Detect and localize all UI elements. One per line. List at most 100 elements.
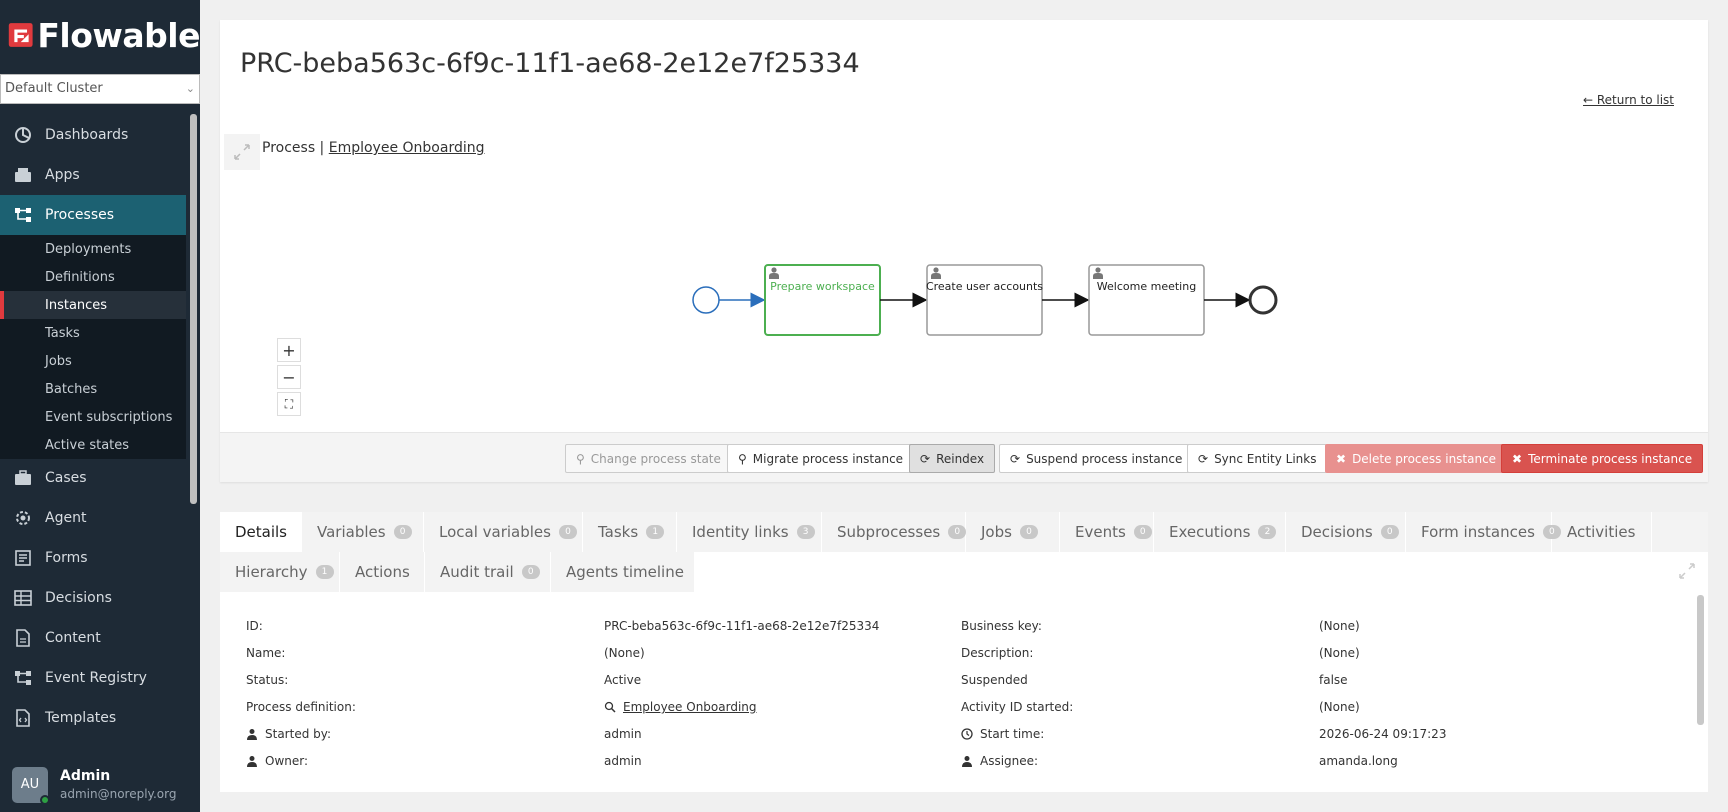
nav-item-processes[interactable]: Processes [0, 195, 186, 235]
tab-label: Form instances [1421, 523, 1535, 541]
tab-label: Variables [317, 523, 386, 541]
nav-item-agent[interactable]: Agent [0, 498, 186, 538]
subnav-definitions[interactable]: Definitions [0, 263, 186, 291]
detail-label-started-by: Started by: [246, 727, 331, 741]
detail-value-assignee: amanda.long [1319, 754, 1398, 768]
user-icon [246, 728, 258, 740]
tab-actions[interactable]: Actions [340, 552, 425, 592]
briefcase-icon [14, 469, 32, 487]
detail-label-text: Owner: [265, 754, 309, 768]
end-event[interactable] [1248, 285, 1278, 315]
tab-row-filler [695, 552, 1708, 592]
forms-icon [14, 549, 32, 567]
tab-hierarchy[interactable]: Hierarchy 1 [220, 552, 340, 592]
tab-jobs[interactable]: Jobs 0 [966, 512, 1060, 552]
tab-local-variables[interactable]: Local variables 0 [424, 512, 583, 552]
expand-details-button[interactable] [1678, 562, 1696, 584]
tab-label: Events [1075, 523, 1126, 541]
process-definition-link[interactable]: Employee Onboarding [329, 140, 485, 156]
expand-diagram-button[interactable] [224, 134, 260, 170]
count-badge: 2 [1258, 525, 1277, 539]
nav-item-event-registry[interactable]: Event Registry [0, 658, 186, 698]
tab-label: Identity links [692, 523, 789, 541]
processes-icon [14, 206, 32, 224]
details-scrollbar[interactable] [1697, 595, 1704, 725]
tab-label: Actions [355, 563, 410, 581]
nav-item-cases[interactable]: Cases [0, 458, 186, 498]
tab-subprocesses[interactable]: Subprocesses 0 [822, 512, 967, 552]
terminate-process-instance-button[interactable]: ✖ Terminate process instance [1501, 444, 1704, 473]
subnav-event-subscriptions[interactable]: Event subscriptions [0, 403, 186, 431]
tab-label: Tasks [598, 523, 639, 541]
detail-label-assignee: Assignee: [961, 754, 1038, 768]
delete-process-instance-button[interactable]: ✖ Delete process instance [1325, 444, 1508, 473]
detail-value-id: PRC-beba563c-6f9c-11f1-ae68-2e12e7f25334 [604, 619, 880, 633]
search-icon: ⚲ [738, 451, 747, 466]
detail-label-text: Started by: [265, 727, 332, 741]
nav-item-templates[interactable]: Templates [0, 698, 186, 738]
subnav-tasks[interactable]: Tasks [0, 319, 186, 347]
tab-form-instances[interactable]: Form instances 0 [1406, 512, 1561, 552]
nav-item-forms[interactable]: Forms [0, 538, 186, 578]
breadcrumb: Process | Employee Onboarding [262, 140, 485, 156]
tab-label: Agents timeline [566, 563, 684, 581]
tab-details[interactable]: Details [220, 512, 302, 552]
tab-identity-links[interactable]: Identity links 3 [677, 512, 822, 552]
button-label: Suspend process instance [1026, 451, 1183, 466]
detail-value-description: (None) [1319, 646, 1360, 660]
zoom-fit-button[interactable]: ⛶ [277, 392, 301, 416]
nav-item-content[interactable]: Content [0, 618, 186, 658]
details-panel: Details Variables 0 Local variables 0 Task… [220, 512, 1708, 792]
nav-item-apps[interactable]: Apps [0, 155, 186, 195]
process-instance-card: PRC-beba563c-6f9c-11f1-ae68-2e12e7f25334… [220, 20, 1708, 482]
task-prepare-workspace[interactable]: Prepare workspace [764, 264, 881, 336]
task-create-user-accounts[interactable]: Create user accounts [926, 264, 1043, 336]
suspend-process-instance-button[interactable]: ⟳ Suspend process instance [999, 444, 1194, 473]
tab-decisions[interactable]: Decisions 0 [1286, 512, 1406, 552]
nav-item-decisions[interactable]: Decisions [0, 578, 186, 618]
zoom-out-button[interactable]: − [277, 365, 301, 389]
reindex-button[interactable]: ⟳ Reindex [909, 444, 996, 473]
tab-label: Activities [1567, 523, 1636, 541]
subnav-jobs[interactable]: Jobs [0, 347, 186, 375]
detail-value-started-by: admin [604, 727, 642, 741]
user-icon [246, 755, 258, 767]
tab-events[interactable]: Events 0 [1060, 512, 1154, 552]
detail-label: Status: [246, 673, 289, 687]
change-process-state-button[interactable]: ⚲ Change process state [565, 444, 732, 473]
tab-variables[interactable]: Variables 0 [302, 512, 424, 552]
close-icon: ✖ [1512, 451, 1523, 466]
tab-agents-timeline[interactable]: Agents timeline [551, 552, 695, 592]
flowable-logo[interactable]: Flowable [0, 0, 200, 70]
tab-label: Subprocesses [837, 523, 941, 541]
detail-value-owner: admin [604, 754, 642, 768]
flowable-logo-icon [8, 23, 33, 47]
subnav-instances[interactable]: Instances [0, 291, 186, 319]
tab-tasks[interactable]: Tasks 1 [583, 512, 677, 552]
tab-executions[interactable]: Executions 2 [1154, 512, 1286, 552]
count-badge: 0 [521, 565, 540, 579]
detail-label-text: Start time: [980, 727, 1045, 741]
user-profile[interactable]: AU Admin admin@noreply.org [0, 757, 200, 812]
process-definition-detail-link[interactable]: Employee Onboarding [604, 700, 757, 714]
templates-icon [14, 709, 32, 727]
tab-row-1: Details Variables 0 Local variables 0 Task… [220, 512, 1708, 552]
subnav-batches[interactable]: Batches [0, 375, 186, 403]
nav-item-dashboards[interactable]: Dashboards [0, 115, 186, 155]
tab-label: Jobs [981, 523, 1012, 541]
nav-item-label: Event Registry [45, 670, 147, 686]
zoom-in-button[interactable]: + [277, 338, 301, 362]
task-welcome-meeting[interactable]: Welcome meeting [1088, 264, 1205, 336]
bpmn-diagram: Prepare workspace Create user accounts W… [692, 264, 1278, 336]
subnav-deployments[interactable]: Deployments [0, 235, 186, 263]
sidebar-scrollbar[interactable] [190, 114, 197, 504]
tab-activities[interactable]: Activities [1552, 512, 1652, 552]
tab-audit-trail[interactable]: Audit trail 0 [425, 552, 551, 592]
sync-entity-links-button[interactable]: ⟳ Sync Entity Links [1187, 444, 1328, 473]
detail-label: Suspended [961, 673, 1028, 687]
subnav-active-states[interactable]: Active states [0, 431, 186, 459]
cluster-select[interactable]: Default Cluster ⌄ [0, 74, 200, 104]
migrate-process-instance-button[interactable]: ⚲ Migrate process instance [727, 444, 915, 473]
return-to-list-link[interactable]: ← Return to list [1583, 93, 1674, 107]
start-event[interactable] [692, 286, 720, 314]
